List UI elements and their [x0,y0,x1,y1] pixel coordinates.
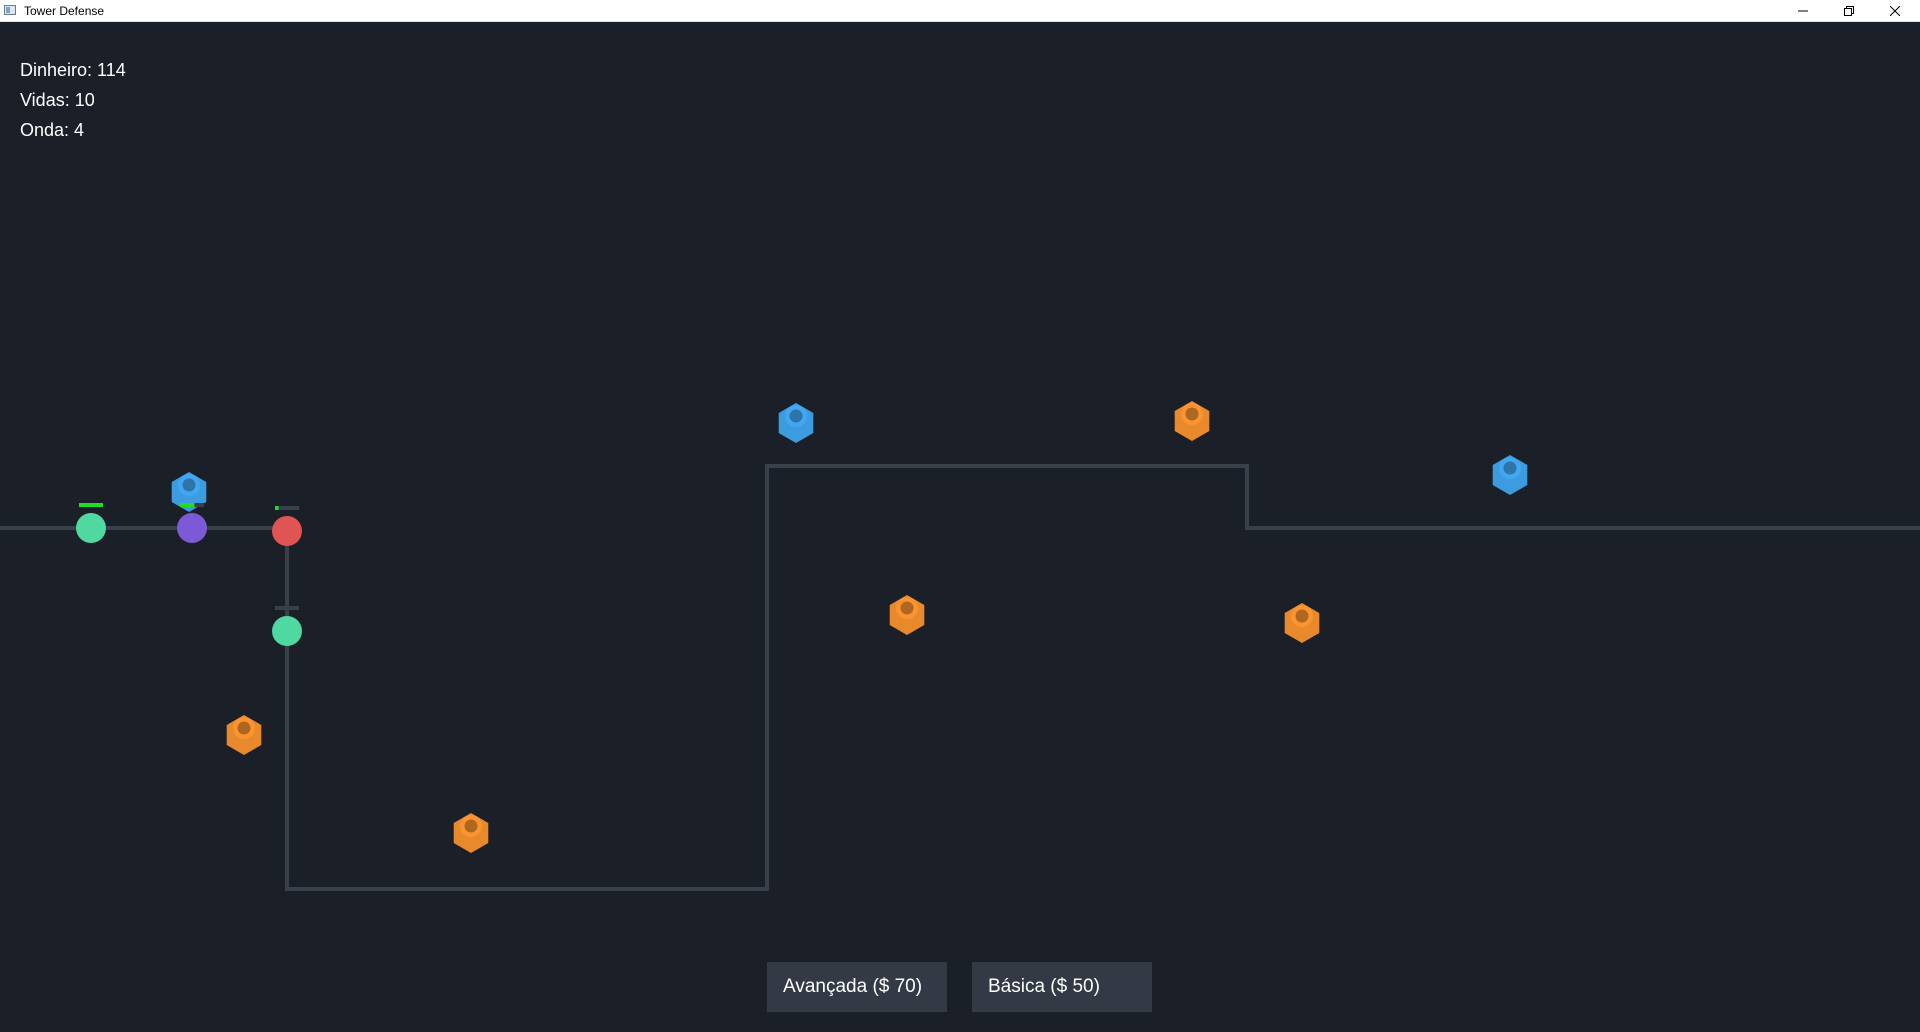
game-canvas[interactable]: Dinheiro: 114 Vidas: 10 Onda: 4 Avançada… [0,22,1920,1032]
tower-basic[interactable] [226,715,262,755]
close-button[interactable] [1872,0,1917,22]
app-icon [4,5,16,15]
window-title: Tower Defense [24,4,105,18]
minimize-button[interactable] [1780,0,1825,22]
restore-icon [1843,6,1854,16]
buy-basic-tower-button[interactable]: Básica ($ 50) [972,962,1152,1012]
tower-basic[interactable] [1284,603,1320,643]
enemy-health-bar [79,503,103,507]
enemy-body [177,513,207,543]
enemy-health-bar [275,506,279,510]
enemy [76,503,106,543]
tower-advanced[interactable] [1492,455,1528,495]
window-titlebar: Tower Defense [0,0,1920,22]
enemy-body [272,516,302,546]
buy-advanced-tower-button[interactable]: Avançada ($ 70) [767,962,947,1012]
enemy-health-bar-track [275,606,299,610]
tower-basic[interactable] [1174,401,1210,441]
enemy [272,506,302,546]
game-field[interactable] [0,22,1920,1032]
restore-button[interactable] [1826,0,1871,22]
minimize-icon [1797,10,1808,12]
enemy-health-bar [180,503,195,507]
tower-basic[interactable] [889,595,925,635]
close-icon [1889,6,1900,16]
enemy-body [272,616,302,646]
enemy-body [76,513,106,543]
tower-advanced[interactable] [778,403,814,443]
tower-basic[interactable] [453,813,489,853]
